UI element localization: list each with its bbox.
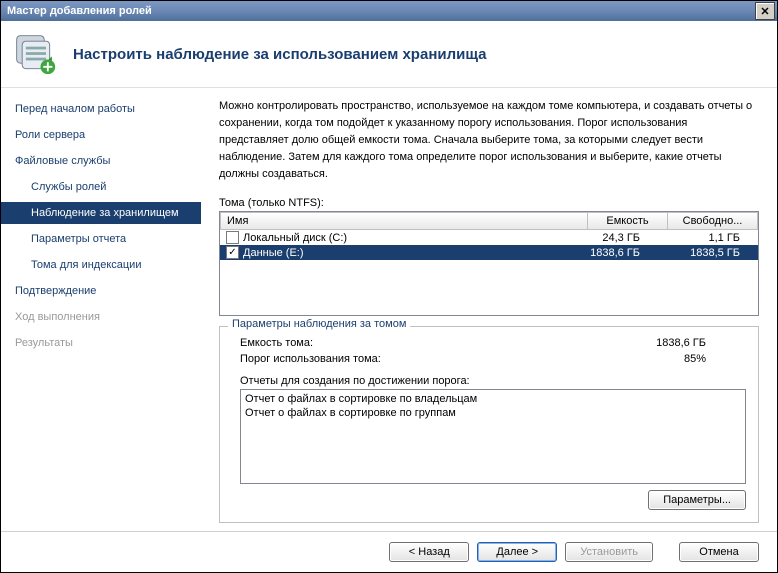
volumes-header: Имя Емкость Свободно...	[220, 212, 758, 230]
header: Настроить наблюдение за использованием х…	[1, 21, 777, 87]
sidebar-item-0[interactable]: Перед началом работы	[1, 98, 201, 120]
sidebar-item-9: Результаты	[1, 332, 201, 354]
report-item-1[interactable]: Отчет о файлах в сортировке по группам	[245, 406, 741, 420]
col-capacity[interactable]: Емкость	[588, 212, 668, 230]
threshold-label: Порог использования тома:	[240, 353, 586, 365]
sidebar: Перед началом работы Роли сервера Файловые…	[1, 88, 201, 531]
volume-options-group: Параметры наблюдения за томом Емкость то…	[219, 326, 759, 523]
volume-checkbox[interactable]: ✓	[226, 246, 239, 259]
description-text: Можно контролировать пространство, испол…	[219, 98, 759, 183]
titlebar: Мастер добавления ролей ✕	[1, 1, 777, 21]
capacity-label: Емкость тома:	[240, 337, 586, 349]
volumes-label: Тома (только NTFS):	[219, 197, 759, 209]
capacity-value: 1838,6 ГБ	[586, 337, 746, 349]
sidebar-item-3[interactable]: Службы ролей	[1, 176, 201, 198]
col-name[interactable]: Имя	[220, 212, 588, 230]
report-item-0[interactable]: Отчет о файлах в сортировке по владельца…	[245, 392, 741, 406]
window-title: Мастер добавления ролей	[7, 5, 152, 17]
wizard-window: Мастер добавления ролей ✕ Настроить набл…	[0, 0, 778, 573]
volume-capacity: 1838,6 ГБ	[560, 247, 650, 259]
cancel-button[interactable]: Отмена	[679, 542, 759, 562]
threshold-row: Порог использования тома: 85%	[232, 351, 746, 367]
volume-row-0[interactable]: Локальный диск (C:) 24,3 ГБ1,1 ГБ	[220, 230, 758, 245]
sidebar-item-5[interactable]: Параметры отчета	[1, 228, 201, 250]
reports-label: Отчеты для создания по достижении порога…	[232, 367, 746, 389]
install-button: Установить	[565, 542, 653, 562]
col-free[interactable]: Свободно...	[668, 212, 758, 230]
volumes-list[interactable]: Имя Емкость Свободно... Локальный диск (…	[219, 211, 759, 316]
close-icon: ✕	[760, 5, 769, 18]
footer: < Назад Далее > Установить Отмена	[1, 531, 777, 572]
sidebar-item-6[interactable]: Тома для индексации	[1, 254, 201, 276]
params-button-row: Параметры...	[232, 490, 746, 510]
volume-free: 1838,5 ГБ	[650, 247, 758, 259]
volume-name: Локальный диск (C:)	[243, 232, 347, 244]
volumes-rows: Локальный диск (C:) 24,3 ГБ1,1 ГБ ✓ Данные …	[220, 230, 758, 260]
volume-checkbox[interactable]	[226, 231, 239, 244]
threshold-value: 85%	[586, 353, 746, 365]
sidebar-item-7[interactable]: Подтверждение	[1, 280, 201, 302]
reports-list[interactable]: Отчет о файлах в сортировке по владельца…	[240, 389, 746, 484]
back-button[interactable]: < Назад	[389, 542, 469, 562]
sidebar-item-4[interactable]: Наблюдение за хранилищем	[1, 202, 201, 224]
sidebar-item-1[interactable]: Роли сервера	[1, 124, 201, 146]
sidebar-item-2[interactable]: Файловые службы	[1, 150, 201, 172]
group-legend: Параметры наблюдения за томом	[228, 318, 410, 330]
parameters-button[interactable]: Параметры...	[648, 490, 746, 510]
close-button[interactable]: ✕	[755, 2, 775, 20]
wizard-icon	[13, 32, 57, 76]
page-title: Настроить наблюдение за использованием х…	[73, 46, 487, 63]
volume-row-1[interactable]: ✓ Данные (E:) 1838,6 ГБ1838,5 ГБ	[220, 245, 758, 260]
body: Перед началом работы Роли сервера Файловые…	[1, 87, 777, 531]
volume-name-cell: ✓ Данные (E:)	[220, 246, 560, 259]
volume-name: Данные (E:)	[243, 247, 304, 259]
capacity-row: Емкость тома: 1838,6 ГБ	[232, 335, 746, 351]
next-button[interactable]: Далее >	[477, 542, 557, 562]
volume-name-cell: Локальный диск (C:)	[220, 231, 560, 244]
sidebar-item-8: Ход выполнения	[1, 306, 201, 328]
main-panel: Можно контролировать пространство, испол…	[201, 88, 777, 531]
volume-free: 1,1 ГБ	[650, 232, 758, 244]
volume-capacity: 24,3 ГБ	[560, 232, 650, 244]
